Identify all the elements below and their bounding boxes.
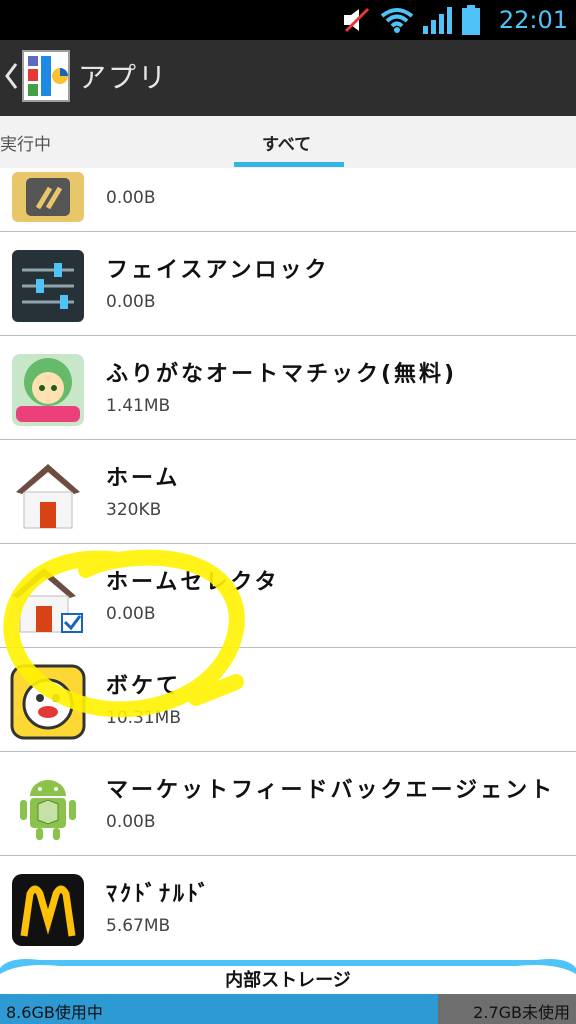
status-icons: [342, 4, 480, 36]
app-size: 10.31MB: [106, 708, 181, 728]
list-item[interactable]: 0.00B: [0, 168, 576, 232]
list-item[interactable]: ふりがなオートマチック(無料) 1.41MB: [0, 336, 576, 440]
app-size: 0.00B: [106, 812, 156, 832]
bokete-face-icon: [10, 664, 86, 740]
list-item[interactable]: ボケて 10.31MB: [0, 648, 576, 752]
list-item[interactable]: ﾏｸﾄﾞﾅﾙﾄﾞ 5.67MB: [0, 856, 576, 948]
list-item[interactable]: フェイスアンロック 0.00B: [0, 232, 576, 336]
apps-manager-icon[interactable]: [22, 50, 70, 102]
list-item[interactable]: ホーム 320KB: [0, 440, 576, 544]
list-item[interactable]: マーケットフィードバックエージェント 0.00B: [0, 752, 576, 856]
battery-icon: [462, 5, 480, 35]
tab-bar: 実行中 すべて: [0, 116, 576, 169]
app-name: フェイスアンロック: [106, 258, 330, 283]
signal-icon: [423, 7, 452, 34]
app-size: 0.00B: [106, 188, 156, 208]
list-item[interactable]: ホームセレクタ 0.00B: [0, 544, 576, 648]
yellow-slash-app-icon: [12, 172, 84, 222]
wifi-icon: [380, 8, 414, 33]
mcdonalds-logo-icon: [12, 874, 84, 946]
app-name: ボケて: [106, 674, 182, 699]
action-bar: アプリ: [0, 40, 576, 116]
volume-muted-icon: [344, 7, 370, 33]
app-name: ホームセレクタ: [106, 570, 280, 595]
anime-character-icon: [12, 354, 84, 426]
app-size: 0.00B: [106, 604, 156, 624]
tab-running[interactable]: 実行中: [0, 130, 51, 155]
storage-footer: 内部ストレージ 8.6GB使用中 2.7GB未使用: [0, 948, 576, 1024]
back-chevron-icon[interactable]: [4, 60, 18, 92]
app-size: 5.67MB: [106, 916, 171, 936]
app-name: ホーム: [106, 466, 181, 491]
settings-sliders-icon: [12, 250, 84, 322]
status-bar: 22:01: [0, 0, 576, 40]
android-package-icon: [20, 780, 76, 840]
storage-label: 内部ストレージ: [225, 970, 351, 991]
storage-usage-bar: 8.6GB使用中 2.7GB未使用: [0, 994, 576, 1024]
tab-all[interactable]: すべて: [262, 130, 311, 155]
app-list[interactable]: 0.00B フェイスアンロック 0.00B ふりがなオートマチック(無料) 1.…: [0, 168, 576, 948]
status-time: 22:01: [498, 6, 568, 34]
app-name: ふりがなオートマチック(無料): [106, 362, 458, 387]
page-title: アプリ: [78, 61, 169, 94]
house-icon: [16, 464, 80, 529]
app-name: マーケットフィードバックエージェント: [106, 778, 556, 803]
app-size: 0.00B: [106, 292, 156, 312]
house-check-icon: [12, 568, 83, 633]
app-size: 1.41MB: [106, 396, 171, 416]
app-name: ﾏｸﾄﾞﾅﾙﾄﾞ: [106, 882, 213, 907]
storage-used-text: 8.6GB使用中: [6, 1003, 103, 1022]
storage-free-text: 2.7GB未使用: [473, 1003, 570, 1022]
app-size: 320KB: [106, 500, 162, 520]
tab-selected-indicator: [234, 162, 344, 167]
